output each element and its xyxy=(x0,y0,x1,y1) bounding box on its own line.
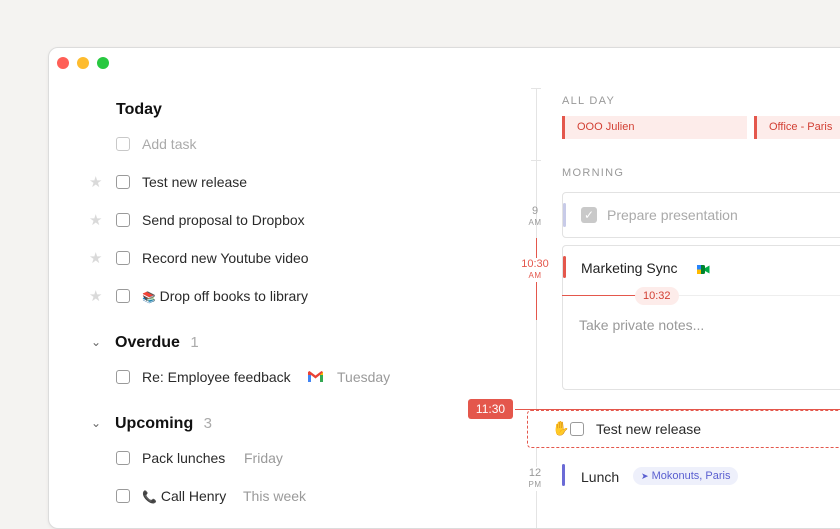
star-icon[interactable]: ★ xyxy=(89,289,102,304)
drag-time-badge: 11:30 xyxy=(468,399,513,419)
task-label[interactable]: Pack lunches xyxy=(142,450,225,466)
timeline-tick xyxy=(531,160,541,161)
star-icon[interactable]: ★ xyxy=(89,175,102,190)
google-meet-icon xyxy=(697,262,710,280)
phone-emoji-icon: 📞 xyxy=(142,490,157,504)
dragged-task-placeholder[interactable]: ✋ Test new release xyxy=(527,410,840,448)
task-label[interactable]: Send proposal to Dropbox xyxy=(142,212,305,228)
location-arrow-icon: ➤ xyxy=(641,471,649,481)
event-color-bar xyxy=(563,256,566,278)
task-label[interactable]: 📞 Call Henry xyxy=(142,488,226,504)
task-label[interactable]: Record new Youtube video xyxy=(142,250,309,266)
minimize-window-button[interactable] xyxy=(77,57,89,69)
event-prepare-presentation[interactable]: ✓ Prepare presentation xyxy=(562,192,840,238)
today-heading: Today xyxy=(116,101,162,118)
private-notes-input[interactable]: Take private notes... xyxy=(579,317,704,333)
drag-hand-icon[interactable]: ✋ xyxy=(552,420,569,437)
gmail-icon xyxy=(307,370,324,388)
morning-label: MORNING xyxy=(562,167,625,179)
upcoming-count: 3 xyxy=(203,415,213,432)
add-task-input[interactable]: Add task xyxy=(142,136,196,152)
task-checkbox[interactable] xyxy=(570,422,584,436)
event-title: Prepare presentation xyxy=(607,207,738,223)
current-time-line xyxy=(562,295,637,296)
event-color-bar xyxy=(563,203,566,227)
task-label[interactable]: Test new release xyxy=(142,174,247,190)
task-checkbox[interactable] xyxy=(116,175,130,189)
hour-label: 9 AM xyxy=(528,205,542,227)
star-icon[interactable]: ★ xyxy=(89,251,102,266)
task-checkbox[interactable] xyxy=(116,370,130,384)
event-title: Marketing Sync xyxy=(581,260,678,276)
add-task-checkbox xyxy=(116,137,130,151)
maximize-window-button[interactable] xyxy=(97,57,109,69)
checked-checkbox-icon[interactable]: ✓ xyxy=(581,207,597,223)
task-checkbox[interactable] xyxy=(116,213,130,227)
task-label[interactable]: Re: Employee feedback xyxy=(142,369,291,385)
overdue-heading[interactable]: Overdue 1 xyxy=(115,334,199,352)
event-location-badge[interactable]: ➤ Mokonuts, Paris xyxy=(633,467,739,485)
task-label: Test new release xyxy=(596,421,702,437)
hour-label: 12 PM xyxy=(520,467,550,491)
event-color-bar xyxy=(562,464,565,486)
all-day-event[interactable]: Office - Paris xyxy=(754,116,840,139)
all-day-label: ALL DAY xyxy=(562,95,616,107)
task-checkbox[interactable] xyxy=(116,489,130,503)
chevron-down-icon[interactable]: ⌄ xyxy=(91,416,101,430)
chevron-down-icon[interactable]: ⌄ xyxy=(91,335,101,349)
task-checkbox[interactable] xyxy=(116,451,130,465)
task-label[interactable]: 📚 Drop off books to library xyxy=(142,288,308,304)
books-emoji-icon: 📚 xyxy=(142,292,156,304)
task-checkbox[interactable] xyxy=(116,251,130,265)
task-checkbox[interactable] xyxy=(116,289,130,303)
event-marketing-sync[interactable]: Marketing Sync Take private notes... xyxy=(562,245,840,390)
timeline-tick xyxy=(531,88,541,89)
app-window: Today Add task ★ Test new release ★ Send… xyxy=(48,47,840,529)
star-icon[interactable]: ★ xyxy=(89,213,102,228)
current-time-badge: 10:32 xyxy=(635,287,679,305)
hour-label-current: 10:30 AM xyxy=(516,258,554,282)
close-window-button[interactable] xyxy=(57,57,69,69)
task-date: This week xyxy=(243,488,307,504)
all-day-event[interactable]: OOO Julien xyxy=(562,116,747,139)
upcoming-heading[interactable]: Upcoming 3 xyxy=(115,415,212,433)
task-date: Friday xyxy=(244,450,283,466)
task-date: Tuesday xyxy=(337,369,391,385)
event-lunch-title[interactable]: Lunch xyxy=(581,469,619,485)
overdue-count: 1 xyxy=(190,334,199,351)
